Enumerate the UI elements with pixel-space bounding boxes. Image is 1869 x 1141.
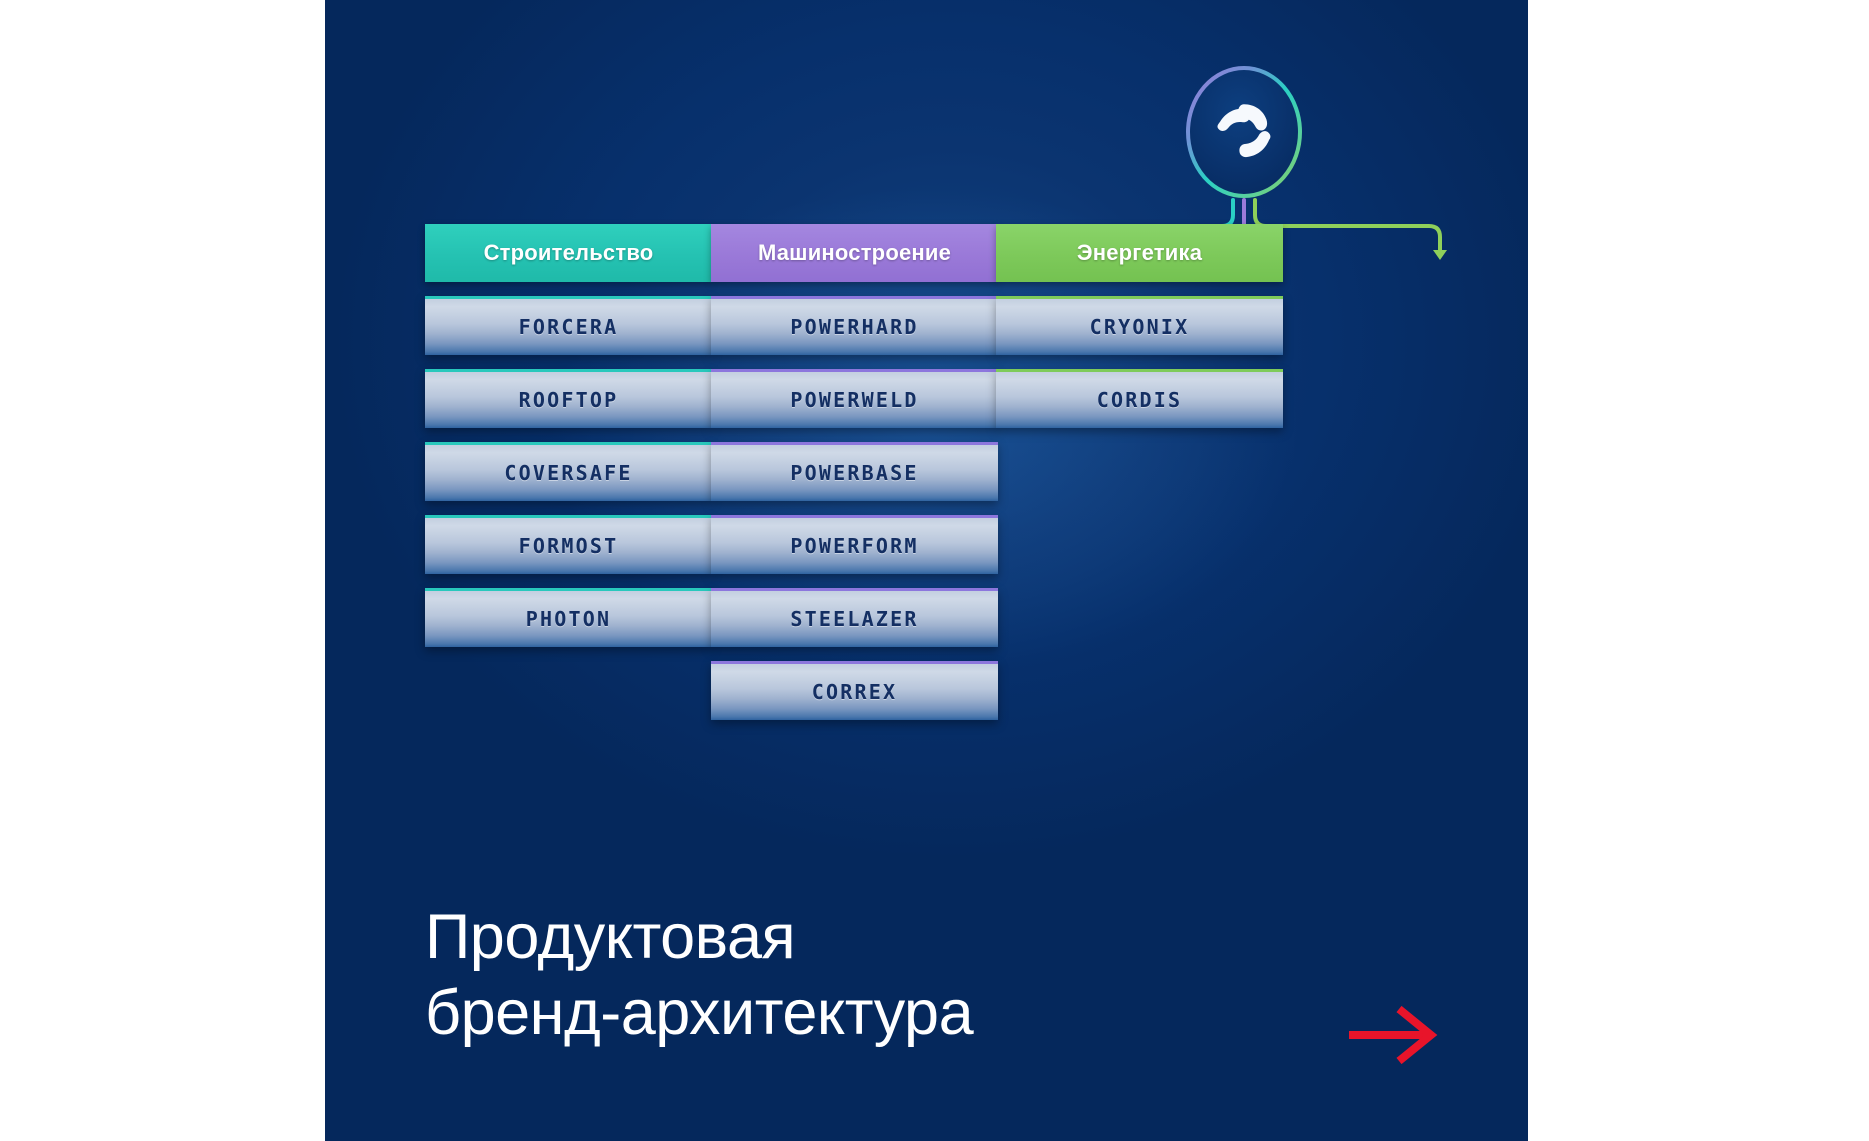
product-card[interactable]: POWERHARD: [711, 296, 998, 355]
product-card[interactable]: FORCERA: [425, 296, 712, 355]
product-list-machinery: POWERHARD POWERWELD POWERBASE POWERFORM …: [711, 296, 998, 720]
product-list-energy: CRYONIX CORDIS: [996, 296, 1283, 428]
product-name: POWERFORM: [790, 534, 919, 558]
category-header-machinery[interactable]: Машиностроение: [711, 224, 998, 282]
product-card[interactable]: CORDIS: [996, 369, 1283, 428]
product-name: STEELAZER: [790, 607, 919, 631]
product-card[interactable]: POWERBASE: [711, 442, 998, 501]
product-card[interactable]: POWERFORM: [711, 515, 998, 574]
product-card[interactable]: CRYONIX: [996, 296, 1283, 355]
title-line-1: Продуктовая: [425, 902, 796, 972]
title-line-2: бренд-архитектура: [425, 977, 974, 1048]
category-column-energy: Энергетика CRYONIX CORDIS: [996, 224, 1283, 442]
brand-logo: [1182, 62, 1306, 202]
product-name: POWERWELD: [790, 388, 919, 412]
product-name: CORDIS: [1096, 388, 1183, 412]
product-name: CRYONIX: [1089, 315, 1190, 339]
product-card[interactable]: POWERWELD: [711, 369, 998, 428]
product-card[interactable]: STEELAZER: [711, 588, 998, 647]
product-card[interactable]: COVERSAFE: [425, 442, 712, 501]
product-name: POWERBASE: [790, 461, 919, 485]
product-name: POWERHARD: [790, 315, 919, 339]
product-name: PHOTON: [525, 607, 612, 631]
product-card[interactable]: PHOTON: [425, 588, 712, 647]
content-panel: Строительство FORCERA ROOFTOP COVERSAFE …: [325, 0, 1528, 1141]
category-column-construction: Строительство FORCERA ROOFTOP COVERSAFE …: [425, 224, 712, 661]
category-column-machinery: Машиностроение POWERHARD POWERWELD POWER…: [711, 224, 998, 734]
product-name: ROOFTOP: [518, 388, 619, 412]
slide-canvas: Строительство FORCERA ROOFTOP COVERSAFE …: [0, 0, 1869, 1141]
category-header-construction[interactable]: Строительство: [425, 224, 712, 282]
category-header-energy[interactable]: Энергетика: [996, 224, 1283, 282]
product-card[interactable]: ROOFTOP: [425, 369, 712, 428]
product-name: FORCERA: [518, 315, 619, 339]
product-card[interactable]: FORMOST: [425, 515, 712, 574]
trefoil-swirl-logo-icon: [1217, 104, 1271, 158]
product-list-construction: FORCERA ROOFTOP COVERSAFE FORMOST PHOTON: [425, 296, 712, 647]
page-title: Продуктовая бренд-архитектура: [425, 900, 1185, 1051]
product-name: COVERSAFE: [504, 461, 633, 485]
product-name: FORMOST: [518, 534, 619, 558]
arrow-right-icon[interactable]: [1345, 1000, 1445, 1070]
product-name: CORREX: [811, 680, 898, 704]
product-card[interactable]: CORREX: [711, 661, 998, 720]
